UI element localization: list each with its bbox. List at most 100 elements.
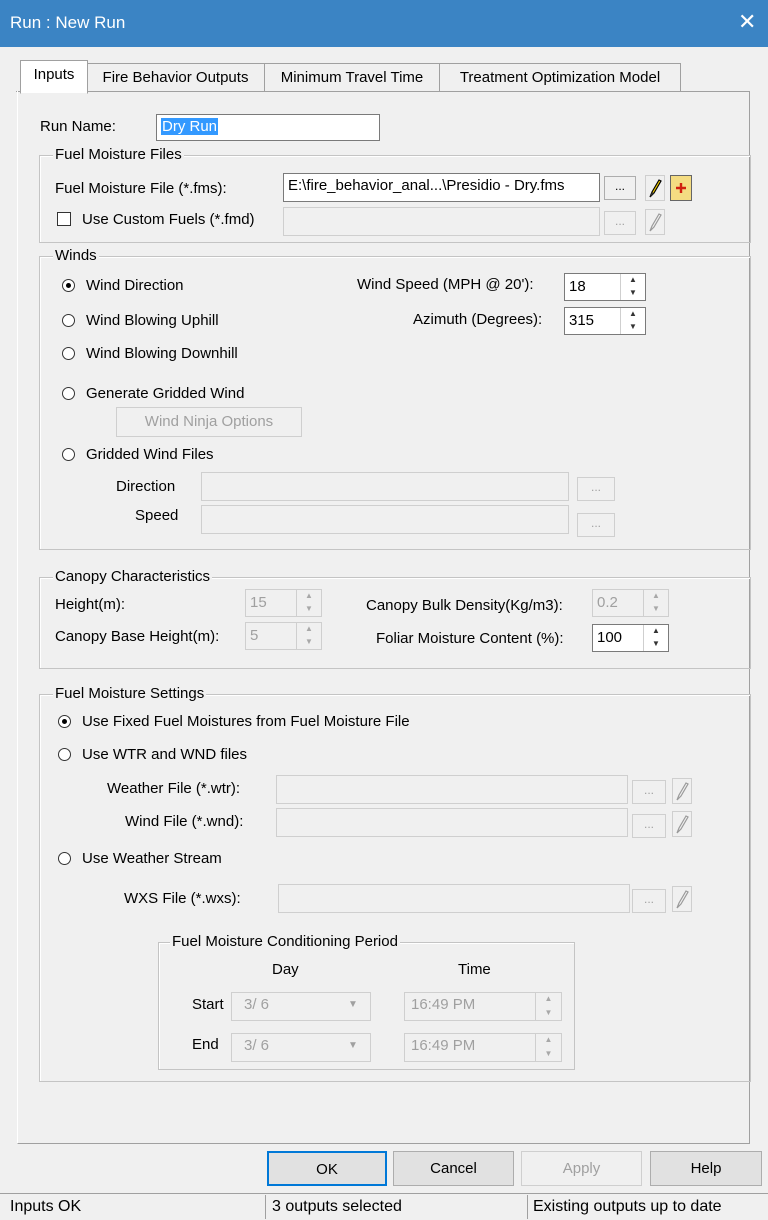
canopy-height-spin-buttons[interactable]: ▲ ▼ [296, 590, 321, 616]
wind-file-input[interactable] [276, 808, 628, 837]
apply-button[interactable]: Apply [521, 1151, 642, 1186]
radio-wind-downhill[interactable] [62, 347, 75, 360]
end-time-spinner[interactable]: 16:49 PM ▲ ▼ [404, 1033, 562, 1062]
foliar-moisture-label: Foliar Moisture Content (%): [376, 630, 564, 647]
wind-ninja-options-button[interactable]: Wind Ninja Options [116, 407, 302, 437]
tab-inputs[interactable]: Inputs [20, 60, 88, 94]
run-name-input[interactable]: Dry Run [156, 114, 380, 141]
chevron-down-icon[interactable]: ▼ [348, 993, 358, 1017]
status-outputs-up-to-date: Existing outputs up to date [533, 1198, 722, 1215]
wind-file-pencil-icon[interactable] [672, 811, 692, 837]
wxs-file-label: WXS File (*.wxs): [124, 890, 241, 907]
custom-fuels-browse-button[interactable]: ... [604, 211, 636, 235]
winds-title: Winds [53, 247, 99, 264]
wind-speed-spin-buttons[interactable]: ▲ ▼ [620, 274, 645, 300]
start-time-spinner[interactable]: 16:49 PM ▲ ▼ [404, 992, 562, 1021]
radio-wind-direction[interactable] [62, 279, 75, 292]
azimuth-spin-buttons[interactable]: ▲ ▼ [620, 308, 645, 334]
spin-up-icon[interactable]: ▲ [621, 308, 645, 321]
foliar-moisture-spin-buttons[interactable]: ▲ ▼ [643, 625, 668, 651]
speed-label: Speed [135, 507, 179, 524]
weather-file-input[interactable] [276, 775, 628, 804]
azimuth-spinner[interactable]: 315 ▲ ▼ [564, 307, 646, 335]
speed-browse-button[interactable]: ... [577, 513, 615, 537]
fuel-moisture-settings-title: Fuel Moisture Settings [53, 685, 207, 702]
custom-fuels-input[interactable] [283, 207, 600, 236]
bulk-density-spin-buttons[interactable]: ▲ ▼ [643, 590, 668, 616]
wxs-file-input[interactable] [278, 884, 630, 913]
spin-up-icon[interactable]: ▲ [621, 274, 645, 287]
ok-button[interactable]: OK [267, 1151, 387, 1186]
spin-up-icon[interactable]: ▲ [536, 993, 561, 1007]
radio-gridded-wind-files[interactable] [62, 448, 75, 461]
weather-file-label: Weather File (*.wtr): [107, 780, 241, 797]
start-day-dropdown[interactable]: 3/ 6 ▼ [231, 992, 371, 1021]
radio-weather-stream[interactable] [58, 852, 71, 865]
day-header: Day [272, 961, 299, 978]
radio-wind-uphill[interactable] [62, 314, 75, 327]
wind-speed-spinner[interactable]: 18 ▲ ▼ [564, 273, 646, 301]
foliar-moisture-spinner[interactable]: 100 ▲ ▼ [592, 624, 669, 652]
custom-fuels-checkbox[interactable] [57, 212, 71, 226]
wxs-file-browse-button[interactable]: ... [632, 889, 666, 913]
radio-wtr-wnd-files[interactable] [58, 748, 71, 761]
generate-gridded-wind-label: Generate Gridded Wind [86, 385, 245, 402]
spin-up-icon[interactable]: ▲ [536, 1034, 561, 1048]
spin-down-icon[interactable]: ▼ [644, 638, 668, 651]
add-plus-icon[interactable] [670, 175, 692, 201]
spin-up-icon[interactable]: ▲ [644, 625, 668, 638]
spin-down-icon[interactable]: ▼ [621, 321, 645, 334]
end-day-value: 3/ 6 [244, 1037, 270, 1054]
bulk-density-spinner[interactable]: 0.2 ▲ ▼ [592, 589, 669, 617]
title-bar: Run : New Run ✕ [0, 0, 768, 47]
time-header: Time [458, 961, 491, 978]
chevron-down-icon[interactable]: ▼ [348, 1034, 358, 1058]
canopy-height-label: Height(m): [55, 596, 126, 613]
azimuth-label: Azimuth (Degrees): [413, 311, 543, 328]
fms-browse-button[interactable]: ... [604, 176, 636, 200]
direction-label: Direction [116, 478, 176, 495]
spin-down-icon[interactable]: ▼ [621, 287, 645, 300]
wind-uphill-label: Wind Blowing Uphill [86, 312, 219, 329]
weather-file-browse-button[interactable]: ... [632, 780, 666, 804]
spin-down-icon[interactable]: ▼ [536, 1007, 561, 1021]
wxs-file-pencil-icon[interactable] [672, 886, 692, 912]
spin-up-icon[interactable]: ▲ [297, 623, 321, 636]
spin-up-icon[interactable]: ▲ [644, 590, 668, 603]
end-time-spin-buttons[interactable]: ▲ ▼ [535, 1034, 561, 1061]
direction-browse-button[interactable]: ... [577, 477, 615, 501]
tab-treatment-optimization-model[interactable]: Treatment Optimization Model [439, 63, 681, 92]
spin-up-icon[interactable]: ▲ [297, 590, 321, 603]
canopy-title: Canopy Characteristics [53, 568, 213, 585]
weather-stream-label: Use Weather Stream [82, 850, 222, 867]
canopy-height-spinner[interactable]: 15 ▲ ▼ [245, 589, 322, 617]
end-day-dropdown[interactable]: 3/ 6 ▼ [231, 1033, 371, 1062]
spin-down-icon[interactable]: ▼ [297, 636, 321, 649]
help-button[interactable]: Help [650, 1151, 762, 1186]
radio-fixed-fuel-moistures[interactable] [58, 715, 71, 728]
speed-file-input[interactable] [201, 505, 569, 534]
spin-down-icon[interactable]: ▼ [297, 603, 321, 616]
cancel-button[interactable]: Cancel [393, 1151, 514, 1186]
gridded-wind-files-label: Gridded Wind Files [86, 446, 214, 463]
tab-fire-behavior-outputs[interactable]: Fire Behavior Outputs [86, 63, 265, 92]
weather-file-pencil-icon[interactable] [672, 778, 692, 804]
bulk-density-value: 0.2 [597, 594, 618, 611]
direction-file-input[interactable] [201, 472, 569, 501]
fms-input[interactable]: E:\fire_behavior_anal...\Presidio - Dry.… [283, 173, 600, 202]
start-time-spin-buttons[interactable]: ▲ ▼ [535, 993, 561, 1020]
canopy-base-height-spinner[interactable]: 5 ▲ ▼ [245, 622, 322, 650]
spin-down-icon[interactable]: ▼ [536, 1048, 561, 1062]
canopy-height-value: 15 [250, 594, 267, 611]
radio-generate-gridded-wind[interactable] [62, 387, 75, 400]
wind-file-browse-button[interactable]: ... [632, 814, 666, 838]
spin-down-icon[interactable]: ▼ [644, 603, 668, 616]
tab-minimum-travel-time[interactable]: Minimum Travel Time [264, 63, 440, 92]
close-icon[interactable]: ✕ [738, 9, 756, 35]
status-outputs-selected: 3 outputs selected [272, 1198, 402, 1215]
status-divider [527, 1195, 528, 1219]
canopy-base-height-spin-buttons[interactable]: ▲ ▼ [296, 623, 321, 649]
edit-pencil-icon[interactable] [645, 175, 665, 201]
custom-fuels-pencil-icon[interactable] [645, 209, 665, 235]
canopy-base-height-label: Canopy Base Height(m): [55, 628, 220, 645]
